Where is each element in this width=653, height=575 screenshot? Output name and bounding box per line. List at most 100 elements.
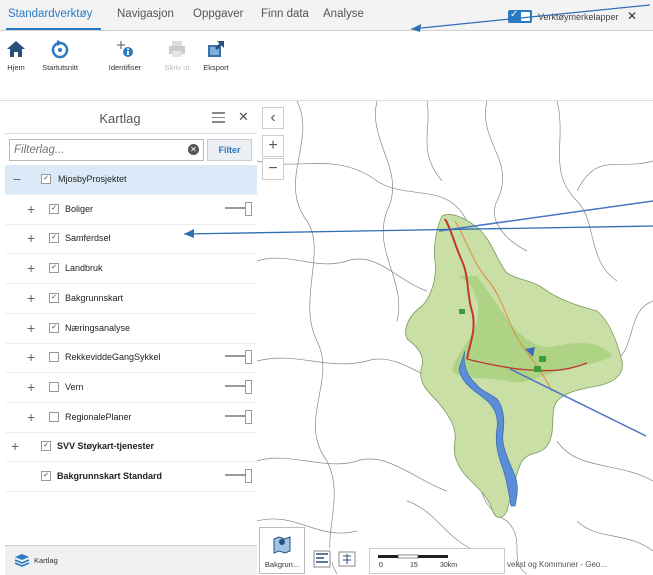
layer-label: RegionalePlaner (65, 411, 132, 422)
layer-panel-header: Kartlag ✕ (5, 101, 257, 134)
layer-visibility-checkbox[interactable]: ✓ (49, 233, 59, 244)
export-label: Eksport (203, 63, 229, 72)
layer-visibility-checkbox[interactable]: ✓ (41, 471, 51, 481)
layer-label: Bakgrunnskart (65, 292, 124, 303)
export-button[interactable]: Eksport (201, 39, 231, 72)
tool-labels-toggle[interactable]: ✓ (508, 9, 532, 23)
measure-tool-button[interactable] (312, 548, 332, 574)
layer-row[interactable]: + ✓ SVV Støykart-tjenester (5, 432, 257, 463)
ruler-icon (313, 550, 331, 568)
layer-visibility-checkbox[interactable]: ✓ (49, 263, 59, 274)
ribbon-toolbar: Hjem Startutsnitt Identifiser Skriv ut E… (0, 31, 653, 101)
clear-filter-icon[interactable]: ✕ (188, 144, 199, 155)
layers-icon (14, 554, 30, 567)
slider-handle[interactable] (245, 379, 252, 394)
start-extent-label: Startutsnitt (42, 63, 78, 72)
identify-icon (117, 41, 133, 57)
menu-icon[interactable] (212, 112, 225, 126)
expand-icon[interactable]: + (27, 201, 35, 217)
scale-label-15: 15 (410, 562, 418, 569)
tab-navigasjon[interactable]: Navigasjon (117, 8, 174, 20)
tab-analyse[interactable]: Analyse (323, 8, 364, 20)
layer-filter-input[interactable] (9, 139, 204, 161)
collapse-panel-button[interactable]: ‹ (262, 107, 284, 129)
layer-row[interactable]: + ✓ Næringsanalyse (5, 314, 257, 344)
print-icon (169, 41, 185, 57)
scale-label-0: 0 (379, 562, 383, 569)
layer-visibility-checkbox[interactable]: ✓ (49, 203, 59, 214)
layer-opacity-slider[interactable] (225, 201, 252, 216)
layer-panel: Kartlag ✕ ✕ Filter − ✓ MjosbyProsjektet + ✓ B… (5, 101, 258, 575)
slider-handle[interactable] (245, 350, 252, 365)
basemap-switcher-button[interactable]: Bakgrun... (259, 527, 305, 574)
map-attribution: vekst og Kommuner - Geo... (507, 560, 608, 569)
expand-icon[interactable]: + (11, 438, 19, 454)
expand-icon[interactable]: + (27, 230, 35, 246)
basemap-icon (273, 536, 291, 554)
layer-opacity-slider[interactable] (225, 469, 252, 483)
export-icon (208, 41, 224, 57)
refresh-icon (51, 40, 69, 59)
tab-finn-data[interactable]: Finn data (261, 8, 309, 20)
panel-footer: Kartlag (5, 545, 257, 575)
layer-row[interactable]: + ✓ Boliger (5, 195, 257, 225)
zoom-out-button[interactable]: − (262, 158, 284, 180)
layer-opacity-slider[interactable] (225, 379, 252, 394)
tab-standardverktoy[interactable]: Standardverktøy (8, 8, 92, 20)
check-icon: ✓ (510, 9, 519, 20)
layer-row[interactable]: − ✓ MjosbyProsjektet (5, 165, 257, 195)
tool-labels-toggle-label: Verktøymerkelapper (538, 12, 619, 22)
layer-visibility-checkbox[interactable]: ✓ (41, 441, 51, 452)
layer-row[interactable]: ✓ Bakgrunnskart Standard (5, 462, 257, 492)
scale-label-30km: 30km (440, 562, 458, 569)
layer-opacity-slider[interactable] (225, 350, 252, 365)
start-extent-button[interactable]: Startutsnitt (38, 39, 82, 72)
coordinates-tool-button[interactable] (337, 548, 357, 574)
slider-handle[interactable] (245, 469, 252, 483)
expand-icon[interactable]: + (27, 349, 35, 365)
slider-handle[interactable] (245, 409, 252, 424)
layer-visibility-checkbox[interactable] (49, 381, 59, 392)
map-view[interactable]: ‹ + − (257, 101, 653, 574)
layer-opacity-slider[interactable] (225, 409, 252, 424)
slider-handle[interactable] (245, 201, 252, 216)
expand-icon[interactable]: + (27, 379, 35, 395)
home-label: Hjem (7, 63, 25, 72)
expand-icon[interactable]: + (27, 409, 35, 425)
layer-label: Samferdsel (65, 233, 111, 244)
layer-label: Bakgrunnskart Standard (57, 471, 163, 481)
print-button[interactable]: Skriv ut (162, 39, 192, 72)
layer-panel-title: Kartlag (99, 111, 141, 126)
expand-icon[interactable]: + (27, 290, 35, 306)
home-button[interactable]: Hjem (4, 39, 28, 72)
close-icon[interactable]: ✕ (238, 109, 249, 125)
layer-row[interactable]: + ✓ Bakgrunnskart (5, 284, 257, 314)
identify-button[interactable]: Identifiser (106, 39, 144, 72)
basemap-label: Bakgrun... (264, 560, 300, 569)
layer-visibility-checkbox[interactable]: ✓ (41, 174, 51, 184)
zoom-in-button[interactable]: + (262, 135, 284, 157)
filter-button[interactable]: Filter (207, 139, 252, 161)
layers-tab-label[interactable]: Kartlag (34, 556, 58, 565)
layer-visibility-checkbox[interactable] (49, 411, 59, 422)
layer-row[interactable]: + RekkeviddeGangSykkel (5, 343, 257, 374)
expand-icon[interactable]: + (27, 260, 35, 276)
collapse-icon[interactable]: − (13, 171, 21, 187)
layer-row[interactable]: + Vern (5, 373, 257, 403)
layer-visibility-checkbox[interactable]: ✓ (49, 322, 59, 333)
layer-visibility-checkbox[interactable] (49, 352, 59, 363)
layer-visibility-checkbox[interactable]: ✓ (49, 292, 59, 303)
layer-label: Næringsanalyse (65, 322, 131, 333)
map-canvas (257, 101, 653, 574)
layer-row[interactable]: + RegionalePlaner (5, 403, 257, 433)
print-label: Skriv ut (164, 63, 190, 72)
close-ribbon-icon[interactable]: ✕ (627, 9, 637, 23)
layer-row[interactable]: + ✓ Landbruk (5, 254, 257, 285)
layer-label: RekkeviddeGangSykkel (65, 352, 161, 363)
scale-bar: 0 15 30km (369, 548, 505, 574)
expand-icon[interactable]: + (27, 320, 35, 336)
tab-oppgaver[interactable]: Oppgaver (193, 8, 244, 20)
layer-row[interactable]: + ✓ Samferdsel (5, 224, 257, 255)
layer-label: Vern (65, 381, 84, 392)
toggle-knob (521, 12, 530, 21)
